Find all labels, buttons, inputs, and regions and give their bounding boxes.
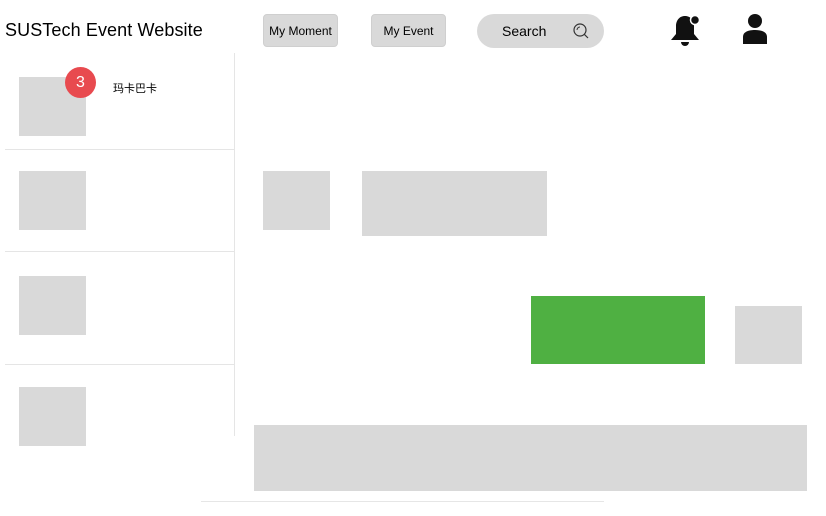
conversation-avatar: [19, 276, 86, 335]
conversation-avatar: [19, 387, 86, 446]
my-event-button[interactable]: My Event: [371, 14, 446, 47]
sender-avatar: [263, 171, 330, 230]
conversation-item[interactable]: 3 玛卡巴卡: [5, 53, 234, 149]
sent-message-bubble: [531, 296, 705, 364]
site-title: SUSTech Event Website: [5, 20, 203, 40]
conversation-item[interactable]: [5, 252, 234, 364]
bell-icon[interactable]: [668, 13, 702, 47]
user-icon[interactable]: [740, 13, 770, 45]
search-bar[interactable]: Search: [477, 14, 604, 48]
search-label: Search: [502, 23, 547, 39]
my-avatar: [735, 306, 802, 364]
unread-badge: 3: [65, 67, 96, 98]
conversation-avatar: [19, 171, 86, 230]
divider: [201, 501, 604, 502]
conversation-item[interactable]: [5, 150, 234, 251]
search-icon[interactable]: [572, 22, 590, 40]
message-input[interactable]: [254, 425, 807, 491]
conversation-name: 玛卡巴卡: [113, 83, 157, 95]
conversation-item[interactable]: [5, 365, 234, 446]
my-moment-button[interactable]: My Moment: [263, 14, 338, 47]
received-message-bubble: [362, 171, 547, 236]
conversation-list: 3 玛卡巴卡: [5, 53, 235, 446]
